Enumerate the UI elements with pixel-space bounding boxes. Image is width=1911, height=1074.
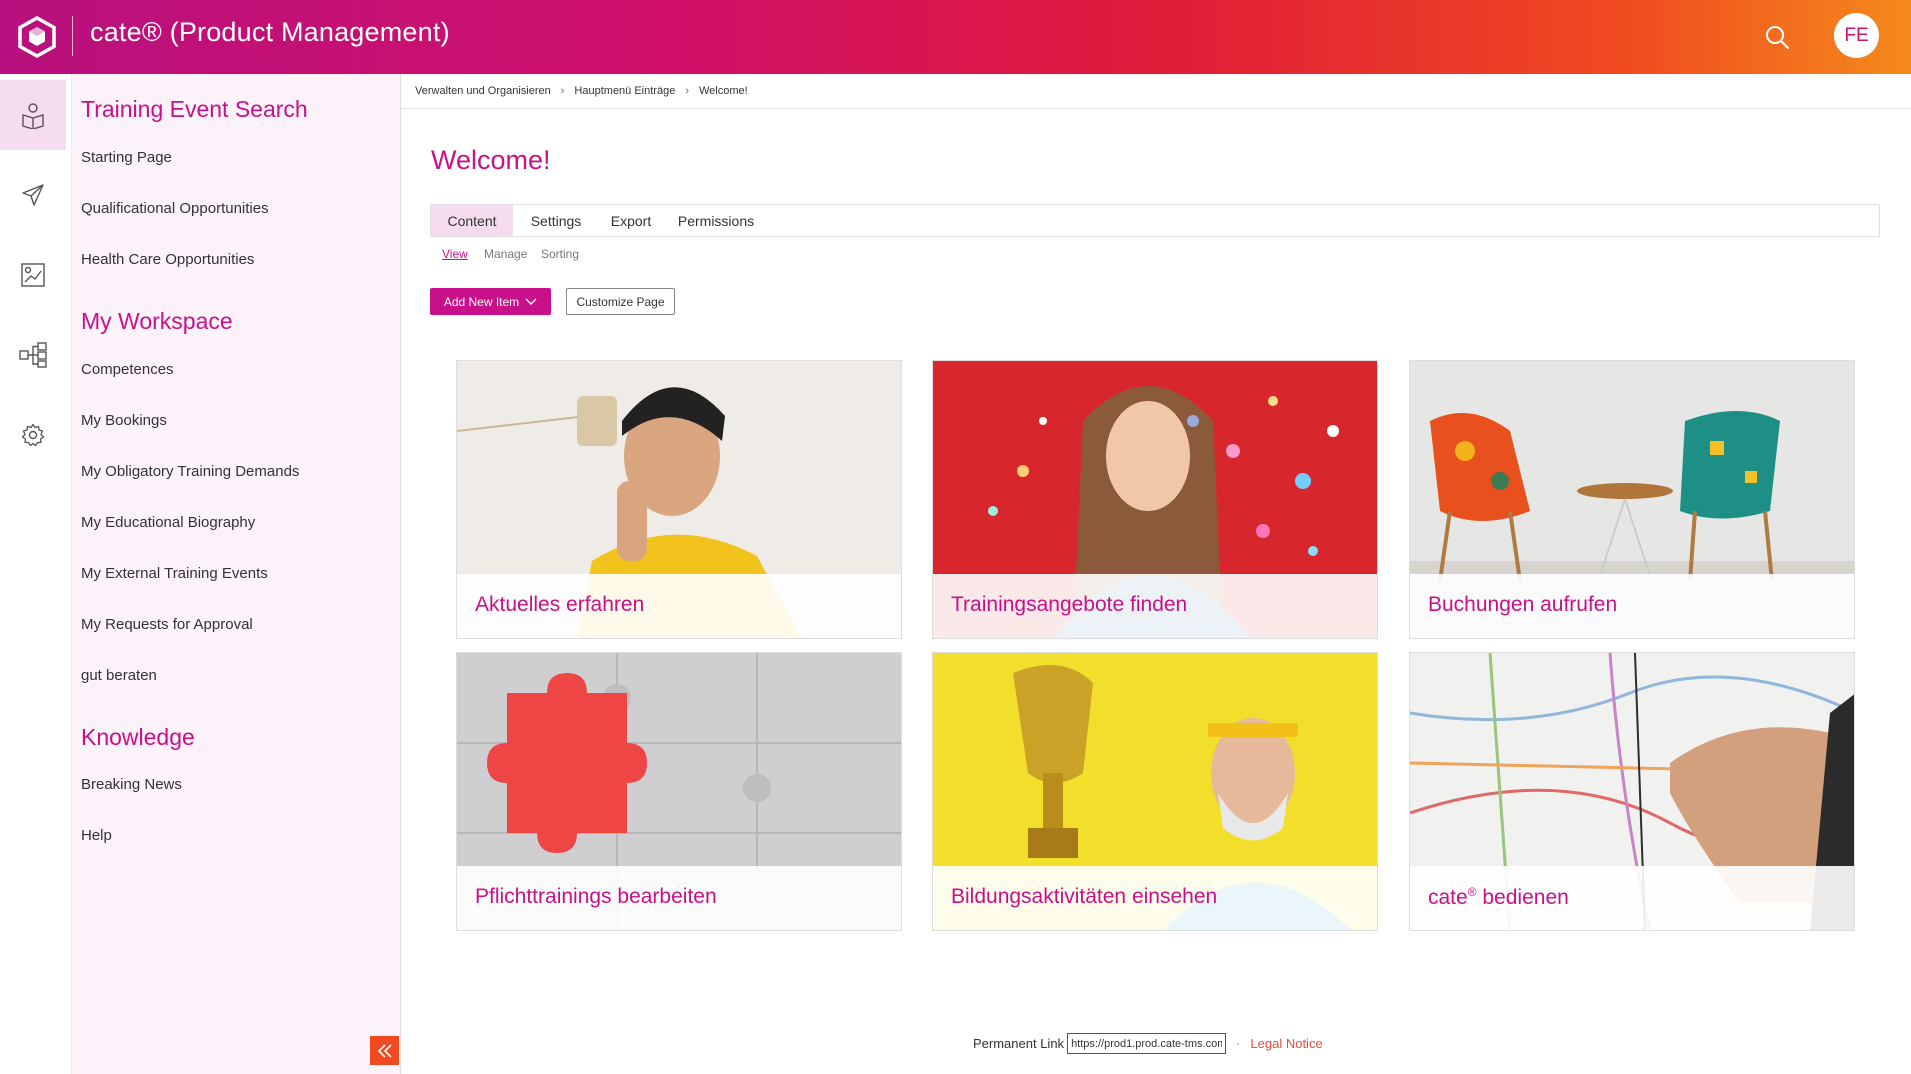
nav-item-competences[interactable]: Competences xyxy=(81,361,174,378)
icon-rail xyxy=(0,74,72,1074)
chevron-right-icon: › xyxy=(685,85,689,97)
footer-separator: · xyxy=(1236,1036,1241,1051)
tile-trainingsangebote-finden[interactable]: Trainingsangebote finden xyxy=(932,360,1378,639)
nav-item-my-bookings[interactable]: My Bookings xyxy=(81,412,167,429)
subtab-view[interactable]: View xyxy=(442,247,468,261)
gear-icon xyxy=(21,423,45,447)
nav-item-health-care-opportunities[interactable]: Health Care Opportunities xyxy=(81,251,254,268)
rail-training-book[interactable] xyxy=(0,80,66,150)
org-structure-icon xyxy=(19,342,47,368)
rail-paper-plane[interactable] xyxy=(0,160,66,230)
page-title: Welcome! xyxy=(431,145,551,175)
registered-mark: ® xyxy=(1467,885,1477,899)
tile-aktuelles-erfahren[interactable]: Aktuelles erfahren xyxy=(456,360,902,639)
tab-permissions[interactable]: Permissions xyxy=(671,205,761,236)
tile-pflichttrainings-bearbeiten[interactable]: Pflichttrainings bearbeiten xyxy=(456,652,902,931)
training-book-icon xyxy=(22,103,44,129)
add-new-item-label: Add New Item xyxy=(443,294,520,309)
add-new-item-button[interactable]: Add New Item xyxy=(430,288,551,315)
user-avatar[interactable]: FE xyxy=(1834,13,1879,58)
tile-label: cate® bedienen xyxy=(1428,885,1569,910)
nav-item-breaking-news[interactable]: Breaking News xyxy=(81,776,182,793)
paper-plane-icon xyxy=(22,184,44,206)
permalink-label: Permanent Link xyxy=(973,1036,1065,1051)
nav-heading-training-event-search: Training Event Search xyxy=(81,96,308,122)
nav-heading-my-workspace: My Workspace xyxy=(81,308,233,334)
nav-item-gut-beraten[interactable]: gut beraten xyxy=(81,667,157,684)
legal-notice-link[interactable]: Legal Notice xyxy=(1250,1036,1322,1051)
customize-page-button[interactable]: Customize Page xyxy=(566,288,675,315)
footer: Permanent Link · Legal Notice xyxy=(973,1033,1323,1054)
tile-label: Aktuelles erfahren xyxy=(475,593,645,616)
breadcrumb-item[interactable]: Hauptmenü Einträge xyxy=(574,85,675,97)
report-chart-icon xyxy=(21,263,45,287)
breadcrumb-item[interactable]: Verwalten und Organisieren xyxy=(415,85,551,97)
app-title: cate® (Product Management) xyxy=(90,17,450,47)
tile-label: Bildungsaktivitäten einsehen xyxy=(951,885,1218,908)
tile-cate-bedienen[interactable]: cate® bedienen xyxy=(1409,652,1855,931)
tab-bar: Content Settings Export Permissions xyxy=(430,204,1880,237)
breadcrumb-divider xyxy=(401,108,1911,109)
nav-sidebar: Training Event Search Starting Page Qual… xyxy=(72,74,401,1074)
chevron-down-icon xyxy=(525,298,537,305)
nav-heading-knowledge: Knowledge xyxy=(81,724,195,750)
nav-item-my-obligatory-training-demands[interactable]: My Obligatory Training Demands xyxy=(81,463,299,480)
tab-export[interactable]: Export xyxy=(601,205,661,236)
tile-label: Trainingsangebote finden xyxy=(951,593,1188,616)
breadcrumb-current: Welcome! xyxy=(699,85,748,97)
tab-settings[interactable]: Settings xyxy=(521,205,591,236)
nav-item-my-external-training-events[interactable]: My External Training Events xyxy=(81,565,268,582)
double-chevron-left-icon xyxy=(377,1043,392,1058)
nav-item-qualificational-opportunities[interactable]: Qualificational Opportunities xyxy=(81,200,269,217)
header-separator xyxy=(72,16,73,56)
subtab-sorting[interactable]: Sorting xyxy=(541,247,579,261)
nav-item-starting-page[interactable]: Starting Page xyxy=(81,149,172,166)
cube-hexagon-icon[interactable] xyxy=(12,12,62,62)
tile-label: Buchungen aufrufen xyxy=(1428,593,1618,616)
tile-label-suffix: bedienen xyxy=(1476,886,1569,909)
nav-item-my-requests-for-approval[interactable]: My Requests for Approval xyxy=(81,616,253,633)
collapse-sidebar-button[interactable] xyxy=(370,1036,399,1065)
breadcrumb: Verwalten und Organisieren › Hauptmenü E… xyxy=(415,85,748,97)
tile-bildungsaktivitaeten-einsehen[interactable]: Bildungsaktivitäten einsehen xyxy=(932,652,1378,931)
permalink-input[interactable] xyxy=(1067,1033,1227,1054)
nav-item-my-educational-biography[interactable]: My Educational Biography xyxy=(81,514,255,531)
chevron-right-icon: › xyxy=(560,85,565,97)
tab-content[interactable]: Content xyxy=(431,205,513,236)
nav-item-help[interactable]: Help xyxy=(81,827,112,844)
subtab-manage[interactable]: Manage xyxy=(484,247,527,261)
rail-org-structure[interactable] xyxy=(0,320,66,390)
tile-label: Pflichttrainings bearbeiten xyxy=(475,885,717,908)
tile-buchungen-aufrufen[interactable]: Buchungen aufrufen xyxy=(1409,360,1855,639)
tile-label-brand: cate xyxy=(1428,886,1468,909)
top-bar: cate® (Product Management) FE xyxy=(0,0,1911,74)
search-icon[interactable] xyxy=(1760,20,1794,54)
rail-report[interactable] xyxy=(0,240,66,310)
rail-settings[interactable] xyxy=(0,400,66,470)
